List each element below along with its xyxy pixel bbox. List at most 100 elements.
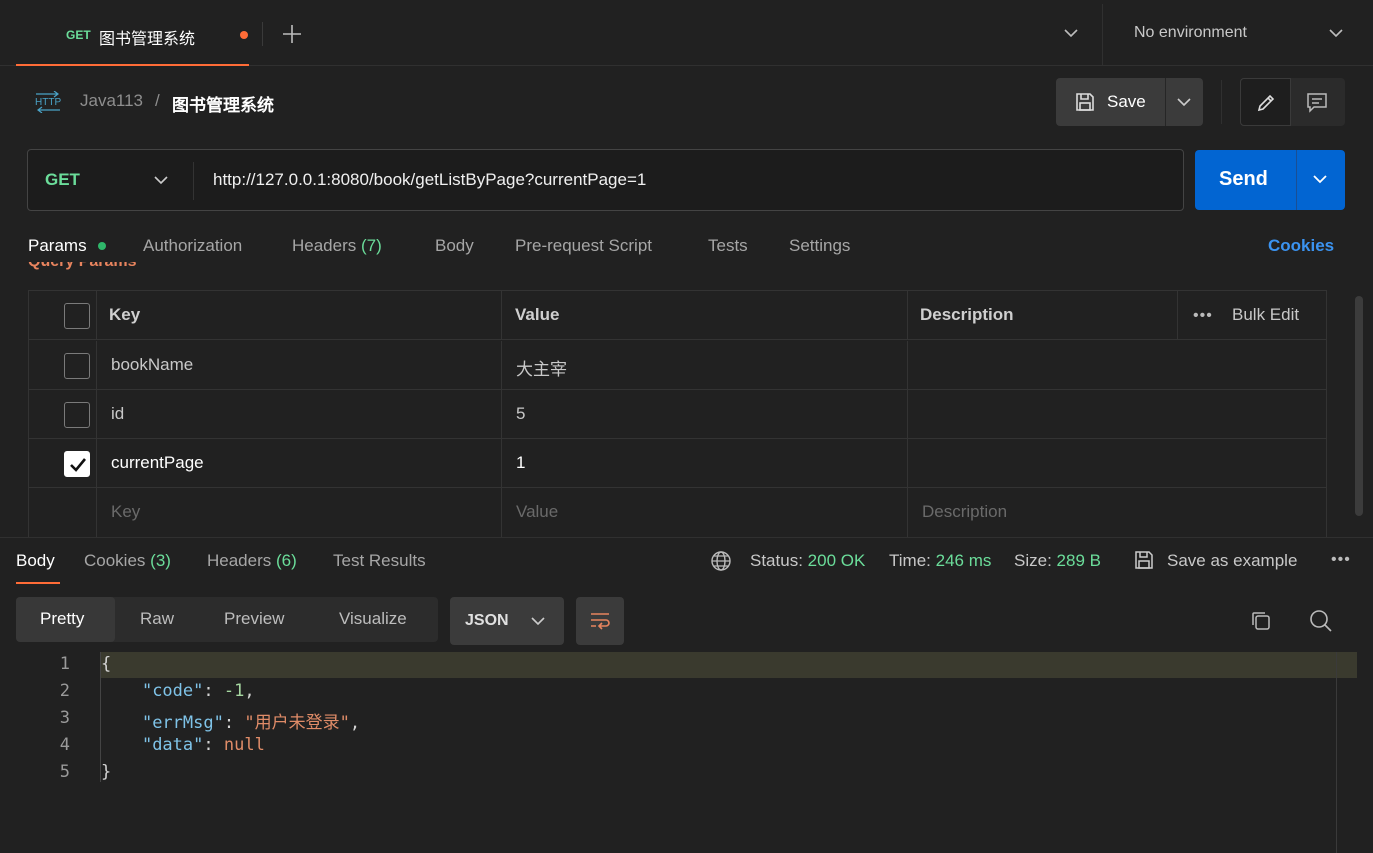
globe-icon[interactable] [710,550,732,572]
save-options-chevron-down-icon[interactable] [1176,96,1192,108]
tab-settings[interactable]: Settings [789,236,850,256]
code-text: "data": null [141,735,265,755]
search-icon[interactable] [1308,608,1334,634]
tab-body[interactable]: Body [435,236,474,256]
row-checkbox[interactable] [64,402,90,428]
copy-icon[interactable] [1249,609,1273,633]
column-divider [96,390,97,438]
save-icon [1074,91,1096,113]
environment-chevron-down-icon[interactable] [1327,27,1345,39]
pencil-icon [1257,94,1275,112]
new-tab-plus-icon[interactable] [281,23,303,45]
method-select[interactable]: GET [45,170,80,190]
edit-button[interactable] [1240,78,1291,126]
table-row: bookName 大主宰 [29,341,1326,390]
row-checkbox-checked[interactable] [64,451,90,477]
column-divider [501,488,502,537]
send-button[interactable]: Send [1195,150,1345,210]
response-panel-edge [1336,652,1337,853]
breadcrumb-separator: / [155,91,160,110]
url-bar: GET http://127.0.0.1:8080/book/getListBy… [27,149,1184,211]
tab-headers[interactable]: Headers (7) [292,236,382,256]
cookies-link[interactable]: Cookies [1268,236,1334,256]
column-divider [96,439,97,487]
table-more-icon[interactable]: ••• [1193,307,1213,325]
line-number: 3 [59,708,70,728]
bulk-edit-button[interactable]: Bulk Edit [1232,305,1299,325]
method-chevron-down-icon[interactable] [153,174,169,186]
tab-headers-label: Headers [292,236,357,255]
response-tab-cookies[interactable]: Cookies (3) [84,551,171,571]
column-divider [1177,291,1178,339]
tab-title: 图书管理系统 [99,31,196,48]
wrap-lines-button[interactable] [576,597,624,645]
breadcrumb-collection[interactable]: Java113 [80,91,143,111]
tab-headers-count: (7) [361,236,382,255]
column-divider [96,341,97,389]
query-params-title: Query Params [28,262,137,271]
column-value-header: Value [515,305,560,324]
format-select[interactable]: JSON [450,597,564,645]
select-all-checkbox[interactable] [64,303,90,329]
new-key-input[interactable]: Key [111,502,140,522]
params-scrollbar[interactable] [1355,296,1363,516]
send-options-chevron-down-icon[interactable] [1312,173,1328,185]
time-label: Time: [889,551,931,570]
status-value: 200 OK [807,551,866,570]
tab-params[interactable]: Params [28,236,87,256]
status-label: Status: [750,551,803,570]
param-value-cell[interactable]: 大主宰 [516,355,567,380]
code-text: } [101,762,112,782]
param-value-cell[interactable]: 5 [516,404,525,424]
format-label: JSON [465,612,509,629]
new-description-input[interactable]: Description [922,502,1007,522]
tab-authorization[interactable]: Authorization [143,236,242,256]
response-tab-cookies-label: Cookies [84,551,146,570]
save-label: Save [1107,92,1146,111]
request-tab[interactable]: GET 图书管理系统 [16,4,249,66]
query-params-heading: Query Params [28,262,168,272]
column-description-header: Description [920,305,1014,324]
response-status[interactable]: Status: 200 OK [750,551,865,571]
response-divider[interactable] [0,537,1373,538]
code-text: { [101,654,112,674]
save-as-example-button[interactable]: Save as example [1167,551,1297,571]
tabs-chevron-down-icon[interactable] [1062,27,1080,39]
response-size[interactable]: Size: 289 B [1014,551,1101,571]
breadcrumb-request-name[interactable]: 图书管理系统 [172,91,274,116]
param-key-cell[interactable]: bookName [111,355,193,375]
row-checkbox[interactable] [64,353,90,379]
column-key-header: Key [109,305,141,324]
response-tab-headers[interactable]: Headers (6) [207,551,297,571]
new-value-input[interactable]: Value [516,502,558,522]
json-comma: , [244,681,255,701]
response-more-icon[interactable]: ••• [1331,551,1351,569]
param-key-cell[interactable]: id [111,404,124,424]
save-example-icon[interactable] [1133,549,1155,571]
save-button[interactable]: Save [1056,78,1203,126]
line-number: 4 [59,735,70,755]
send-label: Send [1219,168,1268,190]
param-value-cell[interactable]: 1 [516,453,525,473]
environment-selector[interactable]: No environment [1134,24,1247,42]
response-tab-body[interactable]: Body [16,551,55,571]
table-header-row: Key Value Description ••• Bulk Edit [29,291,1326,340]
view-mode-preview[interactable]: Preview [224,609,284,629]
view-mode-raw[interactable]: Raw [140,609,174,629]
json-value: null [223,735,265,755]
json-key: "data" [141,735,204,755]
response-time[interactable]: Time: 246 ms [889,551,991,571]
response-tab-test-results[interactable]: Test Results [333,551,426,571]
line-number: 5 [59,762,70,782]
param-key-cell[interactable]: currentPage [111,453,204,473]
tab-bar: GET 图书管理系统 No environment [0,0,1373,66]
tab-tests[interactable]: Tests [708,236,748,256]
tab-prerequest-script[interactable]: Pre-request Script [515,236,652,256]
json-comma: , [349,713,361,733]
column-divider [501,439,502,487]
column-divider [907,488,908,537]
view-mode-pretty[interactable]: Pretty [40,609,84,629]
code-text: "code": -1, [141,681,255,701]
view-mode-visualize[interactable]: Visualize [339,609,407,629]
url-input[interactable]: http://127.0.0.1:8080/book/getListByPage… [213,170,646,190]
